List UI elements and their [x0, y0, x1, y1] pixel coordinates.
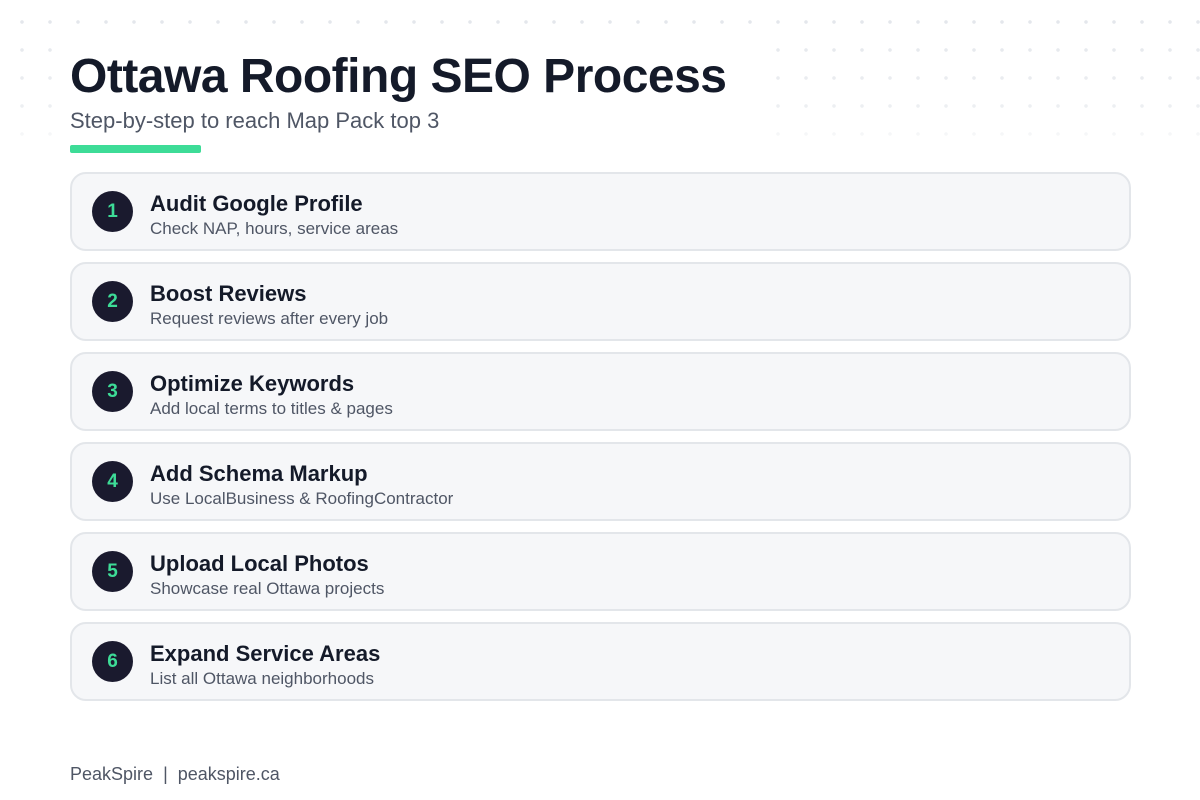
footer-separator: |	[163, 764, 168, 784]
step-list: 1 Audit Google Profile Check NAP, hours,…	[70, 172, 1131, 712]
step-card: 1 Audit Google Profile Check NAP, hours,…	[70, 172, 1131, 251]
step-card: 6 Expand Service Areas List all Ottawa n…	[70, 622, 1131, 701]
page-subtitle: Step-by-step to reach Map Pack top 3	[70, 108, 440, 133]
step-card: 2 Boost Reviews Request reviews after ev…	[70, 262, 1131, 341]
step-title: Audit Google Profile	[150, 191, 363, 216]
header: Ottawa Roofing SEO Process Step-by-step …	[70, 50, 727, 153]
step-number-badge: 1	[92, 191, 133, 232]
step-description: Add local terms to titles & pages	[150, 399, 393, 418]
step-description: Request reviews after every job	[150, 309, 389, 328]
step-card: 5 Upload Local Photos Showcase real Otta…	[70, 532, 1131, 611]
footer-brand: PeakSpire	[70, 764, 154, 784]
step-card: 3 Optimize Keywords Add local terms to t…	[70, 352, 1131, 431]
step-number-badge: 3	[92, 371, 133, 412]
step-card: 4 Add Schema Markup Use LocalBusiness & …	[70, 442, 1131, 521]
footer: PeakSpire | peakspire.ca	[70, 763, 280, 785]
step-description: Use LocalBusiness & RoofingContractor	[150, 489, 454, 508]
step-description: Showcase real Ottawa projects	[150, 579, 385, 598]
step-number-badge: 4	[92, 461, 133, 502]
step-description: List all Ottawa neighborhoods	[150, 669, 374, 688]
step-title: Optimize Keywords	[150, 371, 355, 396]
page-title: Ottawa Roofing SEO Process	[70, 50, 727, 103]
step-number-badge: 2	[92, 281, 133, 322]
step-description: Check NAP, hours, service areas	[150, 219, 399, 238]
step-title: Expand Service Areas	[150, 641, 381, 666]
accent-underline	[70, 145, 201, 153]
step-number-badge: 6	[92, 641, 133, 682]
step-number-badge: 5	[92, 551, 133, 592]
step-title: Add Schema Markup	[150, 461, 368, 486]
footer-website: peakspire.ca	[177, 764, 280, 784]
step-title: Boost Reviews	[150, 281, 307, 306]
step-title: Upload Local Photos	[150, 551, 369, 576]
